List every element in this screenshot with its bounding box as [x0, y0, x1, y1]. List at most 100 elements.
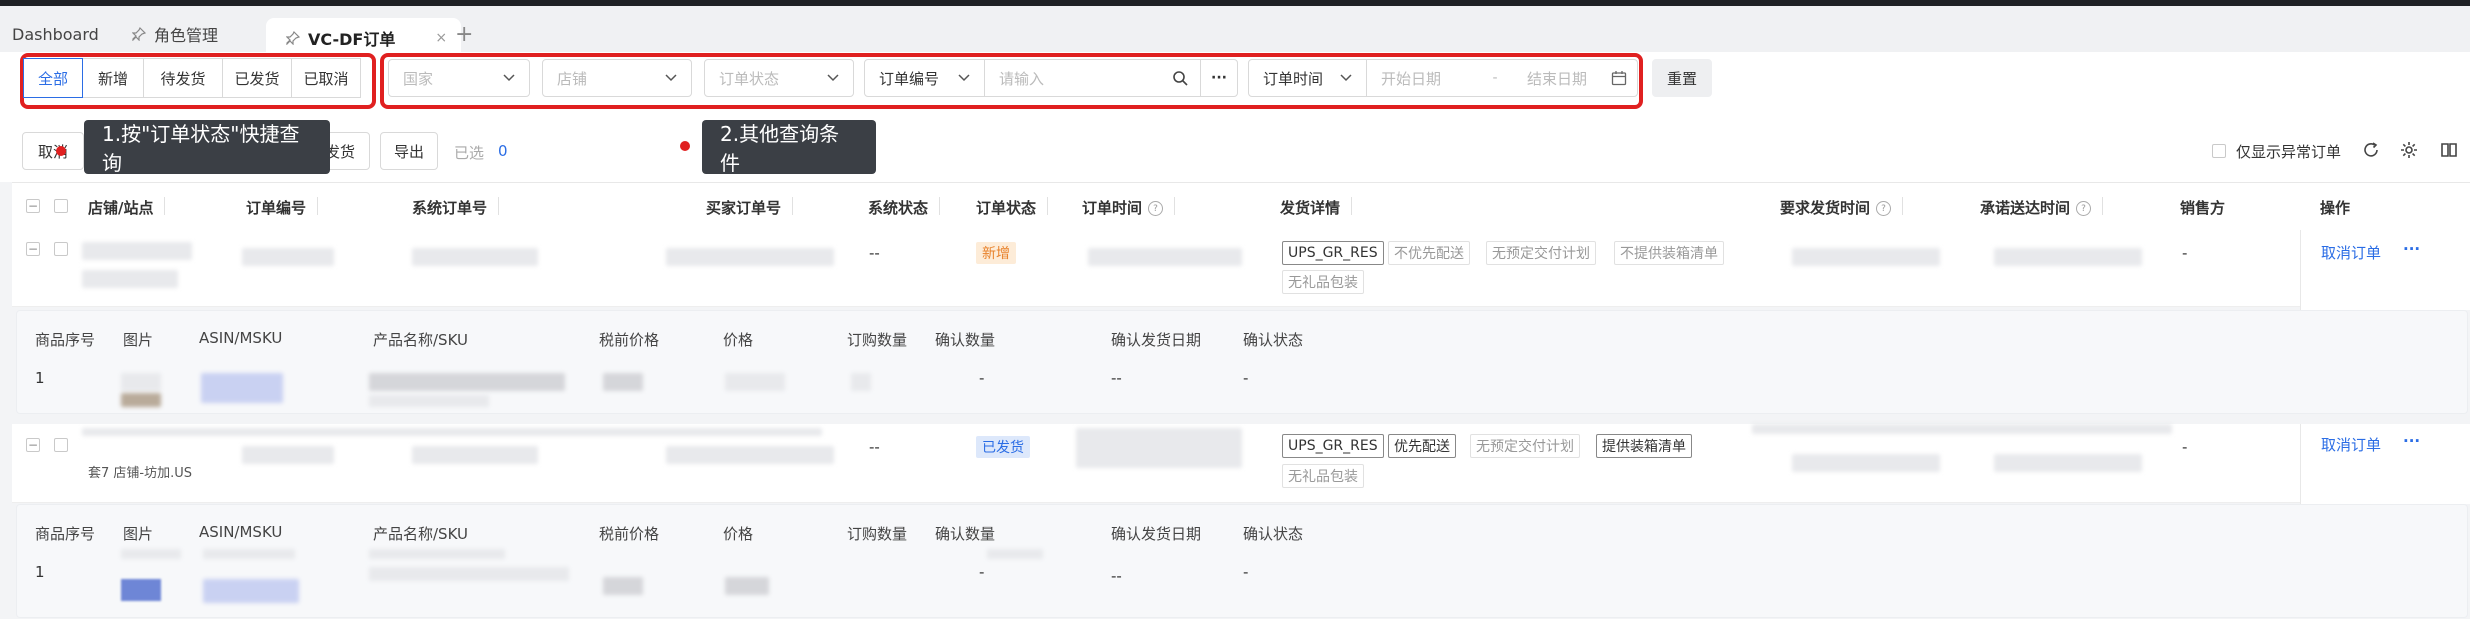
sub-col-image: 图片 — [123, 331, 154, 349]
question-icon: ? — [1876, 201, 1892, 216]
col-order-status: 订单状态 — [976, 197, 1049, 218]
actions-row — [0, 122, 2470, 182]
col-promised-delivery-time: 承诺送达时间? — [1980, 197, 2104, 218]
buyer-order-no-redacted — [666, 248, 834, 266]
ship-tag-gift-wrap: 无礼品包装 — [1282, 270, 1364, 294]
col-operation: 操作 — [2320, 199, 2351, 217]
sub-col-item-no: 商品序号 — [35, 331, 96, 349]
tab-role-management-label: 角色管理 — [154, 26, 219, 45]
sub-col-pretax-price: 税前价格 — [599, 525, 660, 543]
product-image-redacted — [121, 393, 161, 407]
row-more-button[interactable]: ··· — [2403, 432, 2420, 450]
item-no-value: 1 — [35, 369, 45, 387]
price-redacted — [725, 577, 769, 595]
confirm-status-value: - — [1243, 563, 1249, 581]
status-tab-all[interactable]: 全部 — [23, 58, 83, 98]
refresh-icon[interactable] — [2362, 141, 2380, 163]
sub-col-pretax-price: 税前价格 — [599, 331, 660, 349]
gear-icon[interactable] — [2400, 141, 2418, 163]
item-no-value: 1 — [35, 563, 45, 581]
sub-col-product-sku: 产品名称/SKU — [373, 525, 468, 543]
sub-col-confirm-status: 确认状态 — [1243, 331, 1304, 349]
pin-icon — [285, 30, 301, 46]
col-store-site: 店铺/站点 — [88, 197, 166, 218]
tab-role-management[interactable]: 角色管理 — [131, 16, 219, 52]
confirm-qty-value: - — [979, 369, 985, 387]
row-text-redacted — [1752, 424, 2172, 434]
pretax-price-redacted — [603, 373, 643, 391]
ship-tag-packing-list: 提供装箱清单 — [1596, 434, 1692, 458]
collapse-row-icon[interactable]: − — [26, 242, 40, 256]
only-abnormal-checkbox[interactable] — [2212, 144, 2226, 158]
add-tab-icon[interactable]: + — [455, 22, 473, 47]
tooltip-marker-dot — [56, 146, 66, 156]
confirm-date-value: -- — [1111, 369, 1122, 387]
sub-col-price: 价格 — [723, 525, 754, 543]
cancel-order-link[interactable]: 取消订单 — [2321, 242, 2381, 263]
table-row: − -- 新增 UPS_GR_RES 不优先配送 无预定交付计划 不提供装箱清单… — [12, 230, 2470, 307]
promised-delivery-time-redacted — [1994, 248, 2142, 266]
pin-icon — [131, 26, 147, 42]
collapse-row-icon[interactable]: − — [26, 438, 40, 452]
operation-cell: 取消订单 ··· — [2300, 424, 2470, 504]
row-checkbox[interactable] — [54, 242, 68, 256]
only-abnormal-label: 仅显示异常订单 — [2236, 143, 2342, 161]
product-name-redacted — [369, 549, 505, 559]
selected-label: 已选 — [454, 144, 485, 162]
table-row: − 套7 店铺-坊加.US -- 已发货 UPS_GR_RES 优先配送 无预定… — [12, 424, 2470, 503]
ship-tag-delivery-plan: 无预定交付计划 — [1486, 241, 1596, 265]
store-name-redacted — [82, 242, 192, 260]
sub-col-order-qty: 订购数量 — [847, 525, 908, 543]
row-more-button[interactable]: ··· — [2403, 240, 2420, 258]
close-icon[interactable]: × — [435, 30, 447, 46]
cancel-order-bulk-button[interactable]: 取消 — [22, 132, 84, 170]
col-order-no: 订单编号 — [246, 197, 319, 218]
sub-col-confirm-qty: 确认数量 — [935, 525, 996, 543]
table-header: − 店铺/站点 订单编号 系统订单号 买家订单号 系统状态 订单状态 订单时间?… — [12, 182, 2470, 232]
question-icon: ? — [2076, 201, 2092, 216]
asin-redacted — [203, 549, 295, 559]
sub-col-item-no: 商品序号 — [35, 525, 96, 543]
order-items-subtable: 商品序号 图片 ASIN/MSKU 产品名称/SKU 税前价格 价格 订购数量 … — [16, 310, 2468, 414]
book-icon[interactable] — [2440, 141, 2458, 163]
system-order-no-redacted — [412, 248, 538, 266]
ship-tag-carrier: UPS_GR_RES — [1282, 241, 1384, 265]
highlight-box-filters — [380, 53, 1643, 109]
tab-dashboard-label: Dashboard — [12, 24, 99, 44]
buyer-order-no-redacted — [666, 446, 834, 464]
ship-tag-priority: 不优先配送 — [1388, 241, 1470, 265]
selected-count: 0 — [498, 142, 508, 160]
confirm-date-value: -- — [1111, 567, 1122, 585]
promised-delivery-time-redacted — [1994, 454, 2142, 472]
sub-col-confirm-ship-date: 确认发货日期 — [1111, 331, 1202, 349]
reset-button[interactable]: 重置 — [1652, 59, 1712, 97]
product-image-redacted — [121, 549, 181, 559]
row-checkbox[interactable] — [54, 438, 68, 452]
collapse-all-icon[interactable]: − — [26, 199, 40, 213]
tooltip-status-quick-filter: 1.按"订单状态"快捷查询 — [84, 120, 330, 175]
asin-redacted — [203, 579, 299, 603]
status-badge: 已发货 — [976, 436, 1030, 458]
select-all-checkbox[interactable] — [54, 199, 68, 213]
ship-tag-carrier: UPS_GR_RES — [1282, 434, 1384, 458]
cancel-order-link[interactable]: 取消订单 — [2321, 434, 2381, 455]
system-order-no-redacted — [412, 446, 538, 464]
system-status-value: -- — [869, 438, 880, 456]
order-qty-redacted — [851, 373, 871, 391]
sub-col-confirm-ship-date: 确认发货日期 — [1111, 525, 1202, 543]
status-badge: 新增 — [976, 242, 1016, 264]
product-name-redacted — [369, 373, 565, 391]
sub-col-asin-msku: ASIN/MSKU — [199, 523, 283, 541]
tab-dashboard[interactable]: Dashboard — [12, 16, 99, 52]
seller-value: - — [2182, 438, 2188, 456]
row-text-redacted — [82, 428, 822, 436]
sub-col-order-qty: 订购数量 — [847, 331, 908, 349]
seller-value: - — [2182, 244, 2188, 262]
sub-col-product-sku: 产品名称/SKU — [373, 331, 468, 349]
sku-redacted — [369, 395, 489, 407]
col-system-order-no: 系统订单号 — [412, 197, 500, 218]
required-ship-time-redacted — [1792, 454, 1940, 472]
export-button[interactable]: 导出 — [380, 132, 438, 170]
required-ship-time-redacted — [1792, 248, 1940, 266]
system-status-value: -- — [869, 244, 880, 262]
